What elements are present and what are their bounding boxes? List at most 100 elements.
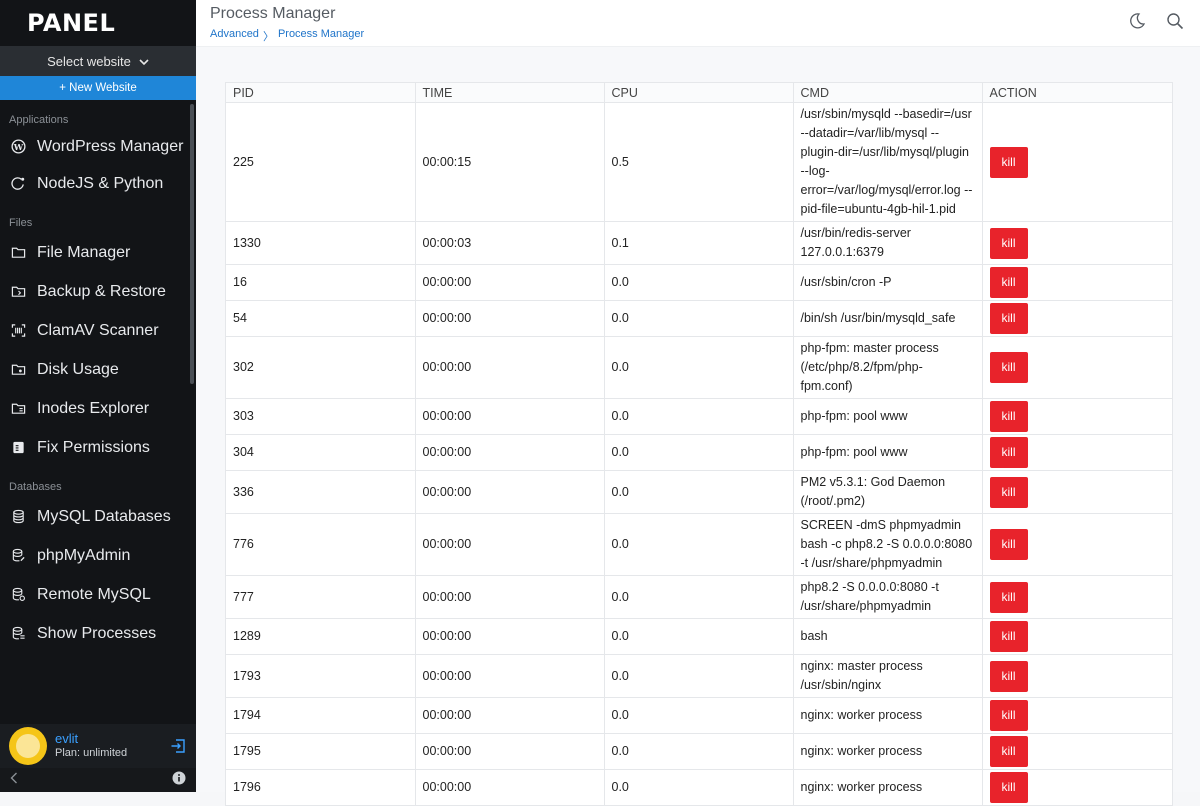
cell-pid: 303: [226, 398, 416, 435]
cell-time: 00:00:00: [415, 733, 605, 770]
table-header-row: PID TIME CPU CMD ACTION: [226, 83, 1172, 103]
kill-button[interactable]: kill: [989, 660, 1028, 692]
cell-pid: 304: [226, 434, 416, 471]
sidebar-item-mysql-databases[interactable]: MySQL Databases: [0, 497, 196, 536]
info-icon[interactable]: [172, 771, 186, 790]
cell-cpu: 0.0: [604, 434, 794, 471]
user-name[interactable]: evlit: [55, 731, 127, 746]
kill-button[interactable]: kill: [989, 352, 1028, 383]
main-content: PID TIME CPU CMD ACTION 225 00:00:15 0.5/u…: [196, 47, 1200, 806]
process-table-body: 225 00:00:15 0.5/usr/sbin/mysqld --basedir…: [226, 102, 1172, 806]
cell-time: 00:00:00: [415, 654, 605, 698]
cell-cpu: 0.0: [604, 575, 794, 619]
cell-cmd: /usr/bin/redis-server 127.0.0.1:6379: [793, 221, 983, 265]
search-icon[interactable]: [1166, 12, 1184, 35]
sidebar-item-phpmyadmin[interactable]: phpMyAdmin: [0, 536, 196, 575]
cell-action: kill: [982, 770, 1172, 806]
sidebar-item-label: Inodes Explorer: [37, 400, 150, 417]
table-row: 1796 00:00:00 0.0 nginx: worker process kill: [226, 769, 1172, 806]
sidebar-item-backup[interactable]: Backup & Restore: [0, 272, 196, 311]
kill-button[interactable]: kill: [989, 529, 1028, 560]
process-table: PID TIME CPU CMD ACTION 225 00:00:15 0.5/u…: [226, 83, 1172, 805]
column-header-time: TIME: [415, 83, 605, 103]
cell-cpu: 0.0: [604, 336, 794, 399]
cell-cpu: 0.0: [604, 654, 794, 698]
breadcrumb: Advanced 〉 Process Manager: [210, 28, 364, 44]
cell-cmd: /bin/sh /usr/bin/mysqld_safe: [793, 300, 983, 337]
cell-action: kill: [982, 264, 1172, 301]
sidebar-item-label: File Manager: [37, 244, 131, 261]
kill-button[interactable]: kill: [989, 700, 1028, 731]
breadcrumb-advanced[interactable]: Advanced: [210, 28, 259, 44]
kill-button[interactable]: kill: [989, 581, 1028, 613]
database-icon: [11, 505, 29, 528]
breadcrumb-process-manager[interactable]: Process Manager: [278, 28, 364, 44]
sidebar-item-label: Remote MySQL: [37, 586, 151, 603]
cell-time: 00:00:00: [415, 697, 605, 734]
cell-action: kill: [982, 618, 1172, 655]
cell-cmd: SCREEN -dmS phpmyadmin bash -c php8.2 -S…: [793, 513, 983, 576]
sidebar-item-label: Disk Usage: [37, 361, 119, 378]
kill-button[interactable]: kill: [989, 621, 1028, 652]
section-files: Files: [9, 217, 33, 229]
cell-cmd: /usr/sbin/cron -P: [793, 264, 983, 301]
column-header-cpu: CPU: [604, 83, 794, 103]
sidebar-item-clamav[interactable]: ClamAV Scanner: [0, 311, 196, 350]
sidebar-item-inodes[interactable]: Inodes Explorer: [0, 389, 196, 428]
kill-button[interactable]: kill: [989, 772, 1028, 803]
wordpress-icon: W: [11, 135, 29, 158]
remote-database-icon: [11, 583, 29, 606]
cell-cmd: php-fpm: master process (/etc/php/8.2/fp…: [793, 336, 983, 399]
avatar[interactable]: [9, 727, 47, 765]
select-website-dropdown[interactable]: Select website: [0, 46, 196, 76]
cell-action: kill: [982, 733, 1172, 770]
cell-cpu: 0.0: [604, 618, 794, 655]
cell-time: 00:00:00: [415, 434, 605, 471]
cell-pid: 1794: [226, 697, 416, 734]
sidebar-item-nodejs[interactable]: NodeJS & Python: [0, 164, 196, 203]
kill-button[interactable]: kill: [989, 303, 1028, 334]
table-row: 54 00:00:00 0.0/bin/sh /usr/bin/mysqld_saf…: [226, 300, 1172, 337]
sidebar-item-label: phpMyAdmin: [37, 547, 131, 564]
inodes-folder-icon: [11, 397, 29, 420]
sidebar-item-label: WordPress Manager: [37, 138, 184, 155]
sidebar-item-wordpress[interactable]: W WordPress Manager: [0, 130, 196, 164]
kill-button[interactable]: kill: [989, 401, 1028, 432]
sidebar-item-label: Backup & Restore: [37, 283, 166, 300]
sidebar-item-label: Show Processes: [37, 625, 157, 642]
kill-button[interactable]: kill: [989, 267, 1028, 298]
table-row: 1330 00:00:03 0.1/usr/bin/redis-server 127…: [226, 221, 1172, 265]
logout-icon[interactable]: [170, 738, 186, 759]
cell-pid: 1793: [226, 654, 416, 698]
table-row: 304 00:00:00 0.0 php-fpm: pool www kill: [226, 434, 1172, 471]
cell-cmd: nginx: master process /usr/sbin/nginx: [793, 654, 983, 698]
cell-pid: 776: [226, 513, 416, 576]
kill-button[interactable]: kill: [989, 227, 1028, 259]
table-row: 303 00:00:00 0.0 php-fpm: pool www kill: [226, 398, 1172, 435]
column-header-cmd: CMD: [793, 83, 983, 103]
cell-time: 00:00:00: [415, 513, 605, 576]
folder-icon: [11, 241, 29, 264]
sidebar-item-show-processes[interactable]: Show Processes: [0, 614, 196, 653]
cell-cpu: 0.1: [604, 221, 794, 265]
new-website-button[interactable]: + New Website: [0, 76, 196, 100]
sidebar-item-fix-permissions[interactable]: Fix Permissions: [0, 428, 196, 467]
kill-button[interactable]: kill: [989, 146, 1028, 178]
sidebar-item-remote-mysql[interactable]: Remote MySQL: [0, 575, 196, 614]
sidebar-item-disk-usage[interactable]: Disk Usage: [0, 350, 196, 389]
collapse-chevron-left-icon[interactable]: [10, 771, 18, 789]
cell-time: 00:00:15: [415, 102, 605, 222]
cell-cmd: bash: [793, 618, 983, 655]
sidebar-scrollbar[interactable]: [190, 104, 194, 384]
dark-mode-moon-icon[interactable]: [1128, 12, 1146, 35]
sidebar: PANEL Select website + New Website Appli…: [0, 0, 196, 792]
processes-icon: [11, 622, 29, 645]
kill-button[interactable]: kill: [989, 437, 1028, 468]
cell-cmd: php8.2 -S 0.0.0.0:8080 -t /usr/share/php…: [793, 575, 983, 619]
kill-button[interactable]: kill: [989, 736, 1028, 767]
cell-time: 00:00:00: [415, 618, 605, 655]
cell-cmd: php-fpm: pool www: [793, 398, 983, 435]
kill-button[interactable]: kill: [989, 476, 1028, 508]
sidebar-item-file-manager[interactable]: File Manager: [0, 233, 196, 272]
table-row: 1289 00:00:00 0.0 bash kill: [226, 618, 1172, 655]
